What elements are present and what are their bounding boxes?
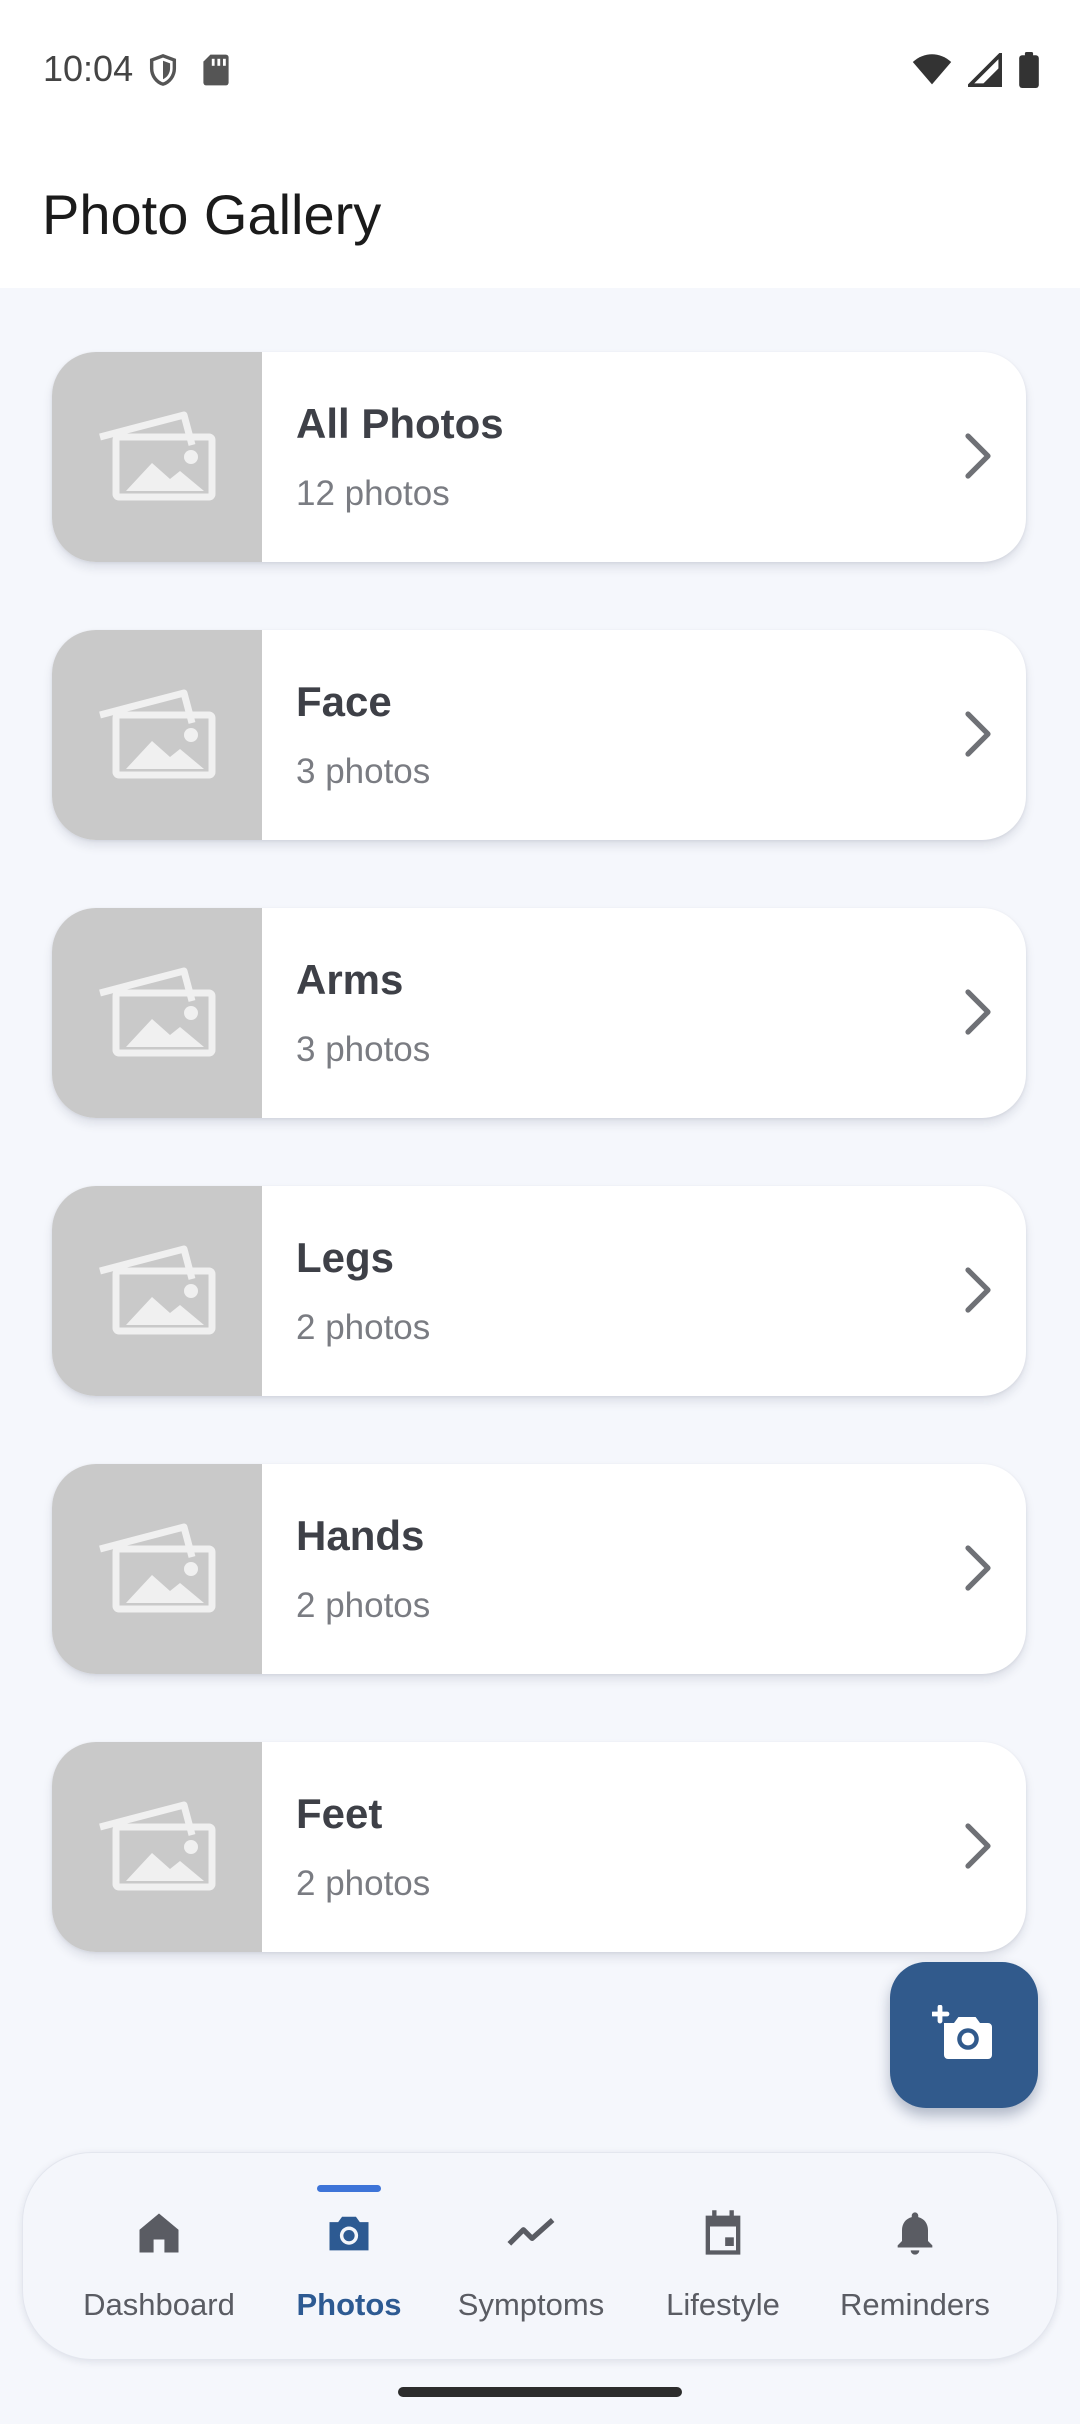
album-card[interactable]: Face 3 photos: [52, 630, 1026, 840]
active-tab-indicator: [317, 2185, 381, 2192]
album-name: Feet: [296, 1790, 383, 1837]
chevron-right-icon: [964, 432, 992, 485]
nav-item-lifestyle[interactable]: Lifestyle: [623, 2153, 823, 2359]
calendar-icon: [697, 2207, 749, 2264]
trend-line-icon: [505, 2207, 557, 2264]
album-name: All Photos: [296, 400, 504, 447]
status-right-icons: [912, 50, 1040, 93]
page-title: Photo Gallery: [42, 183, 382, 246]
album-card[interactable]: Legs 2 photos: [52, 1186, 1026, 1396]
album-card[interactable]: Feet 2 photos: [52, 1742, 1026, 1952]
status-left-icons: [146, 52, 230, 93]
nav-label: Symptoms: [457, 2287, 605, 2322]
album-photo-count: 3 photos: [296, 752, 431, 791]
nav-item-symptoms[interactable]: Symptoms: [431, 2153, 631, 2359]
bell-icon: [889, 2207, 941, 2264]
album-thumbnail: [52, 1742, 262, 1952]
album-name: Hands: [296, 1512, 425, 1559]
nav-label: Photos: [296, 2287, 402, 2322]
album-list: All Photos 12 photos Face 3 photos Arms …: [52, 352, 1026, 2020]
image-placeholder-icon: [96, 963, 218, 1064]
chevron-right-icon: [964, 710, 992, 763]
image-placeholder-icon: [96, 1797, 218, 1898]
shield-icon: [146, 52, 180, 93]
nav-item-photos[interactable]: Photos: [249, 2153, 449, 2359]
album-thumbnail: [52, 630, 262, 840]
album-name: Legs: [296, 1234, 395, 1281]
image-placeholder-icon: [96, 1519, 218, 1620]
image-placeholder-icon: [96, 1241, 218, 1342]
chevron-right-icon: [964, 1266, 992, 1319]
album-card[interactable]: All Photos 12 photos: [52, 352, 1026, 562]
album-name: Arms: [296, 956, 404, 1003]
album-name: Face: [296, 678, 392, 725]
album-thumbnail: [52, 1464, 262, 1674]
wifi-icon: [912, 54, 952, 91]
image-placeholder-icon: [96, 407, 218, 508]
signal-icon: [965, 50, 1003, 92]
nav-item-reminders[interactable]: Reminders: [815, 2153, 1015, 2359]
chevron-right-icon: [964, 1544, 992, 1597]
nav-label: Dashboard: [83, 2287, 235, 2322]
nav-item-dashboard[interactable]: Dashboard: [59, 2153, 259, 2359]
album-photo-count: 12 photos: [296, 474, 450, 513]
home-icon: [133, 2207, 185, 2264]
bottom-navigation: Dashboard Photos Symptoms Lifestyle Remi…: [22, 2152, 1058, 2360]
album-photo-count: 2 photos: [296, 1586, 431, 1625]
nav-label: Lifestyle: [666, 2287, 780, 2322]
album-thumbnail: [52, 352, 262, 562]
battery-icon: [1018, 52, 1040, 93]
camera-icon: [323, 2207, 375, 2264]
chevron-right-icon: [964, 988, 992, 1041]
chevron-right-icon: [964, 1822, 992, 1875]
album-photo-count: 2 photos: [296, 1308, 431, 1347]
status-time: 10:04: [43, 48, 134, 89]
album-thumbnail: [52, 908, 262, 1118]
home-gesture-handle[interactable]: [398, 2387, 682, 2397]
album-thumbnail: [52, 1186, 262, 1396]
app-bar: Photo Gallery: [0, 140, 1080, 288]
nav-label: Reminders: [840, 2287, 990, 2322]
album-photo-count: 2 photos: [296, 1864, 431, 1903]
sd-card-icon: [202, 53, 230, 92]
image-placeholder-icon: [96, 685, 218, 786]
add-photo-button[interactable]: [890, 1962, 1038, 2108]
album-card[interactable]: Hands 2 photos: [52, 1464, 1026, 1674]
album-card[interactable]: Arms 3 photos: [52, 908, 1026, 1118]
album-photo-count: 3 photos: [296, 1030, 431, 1069]
status-bar: 10:04: [0, 0, 1080, 140]
add-photo-camera-icon: [930, 2004, 996, 2066]
